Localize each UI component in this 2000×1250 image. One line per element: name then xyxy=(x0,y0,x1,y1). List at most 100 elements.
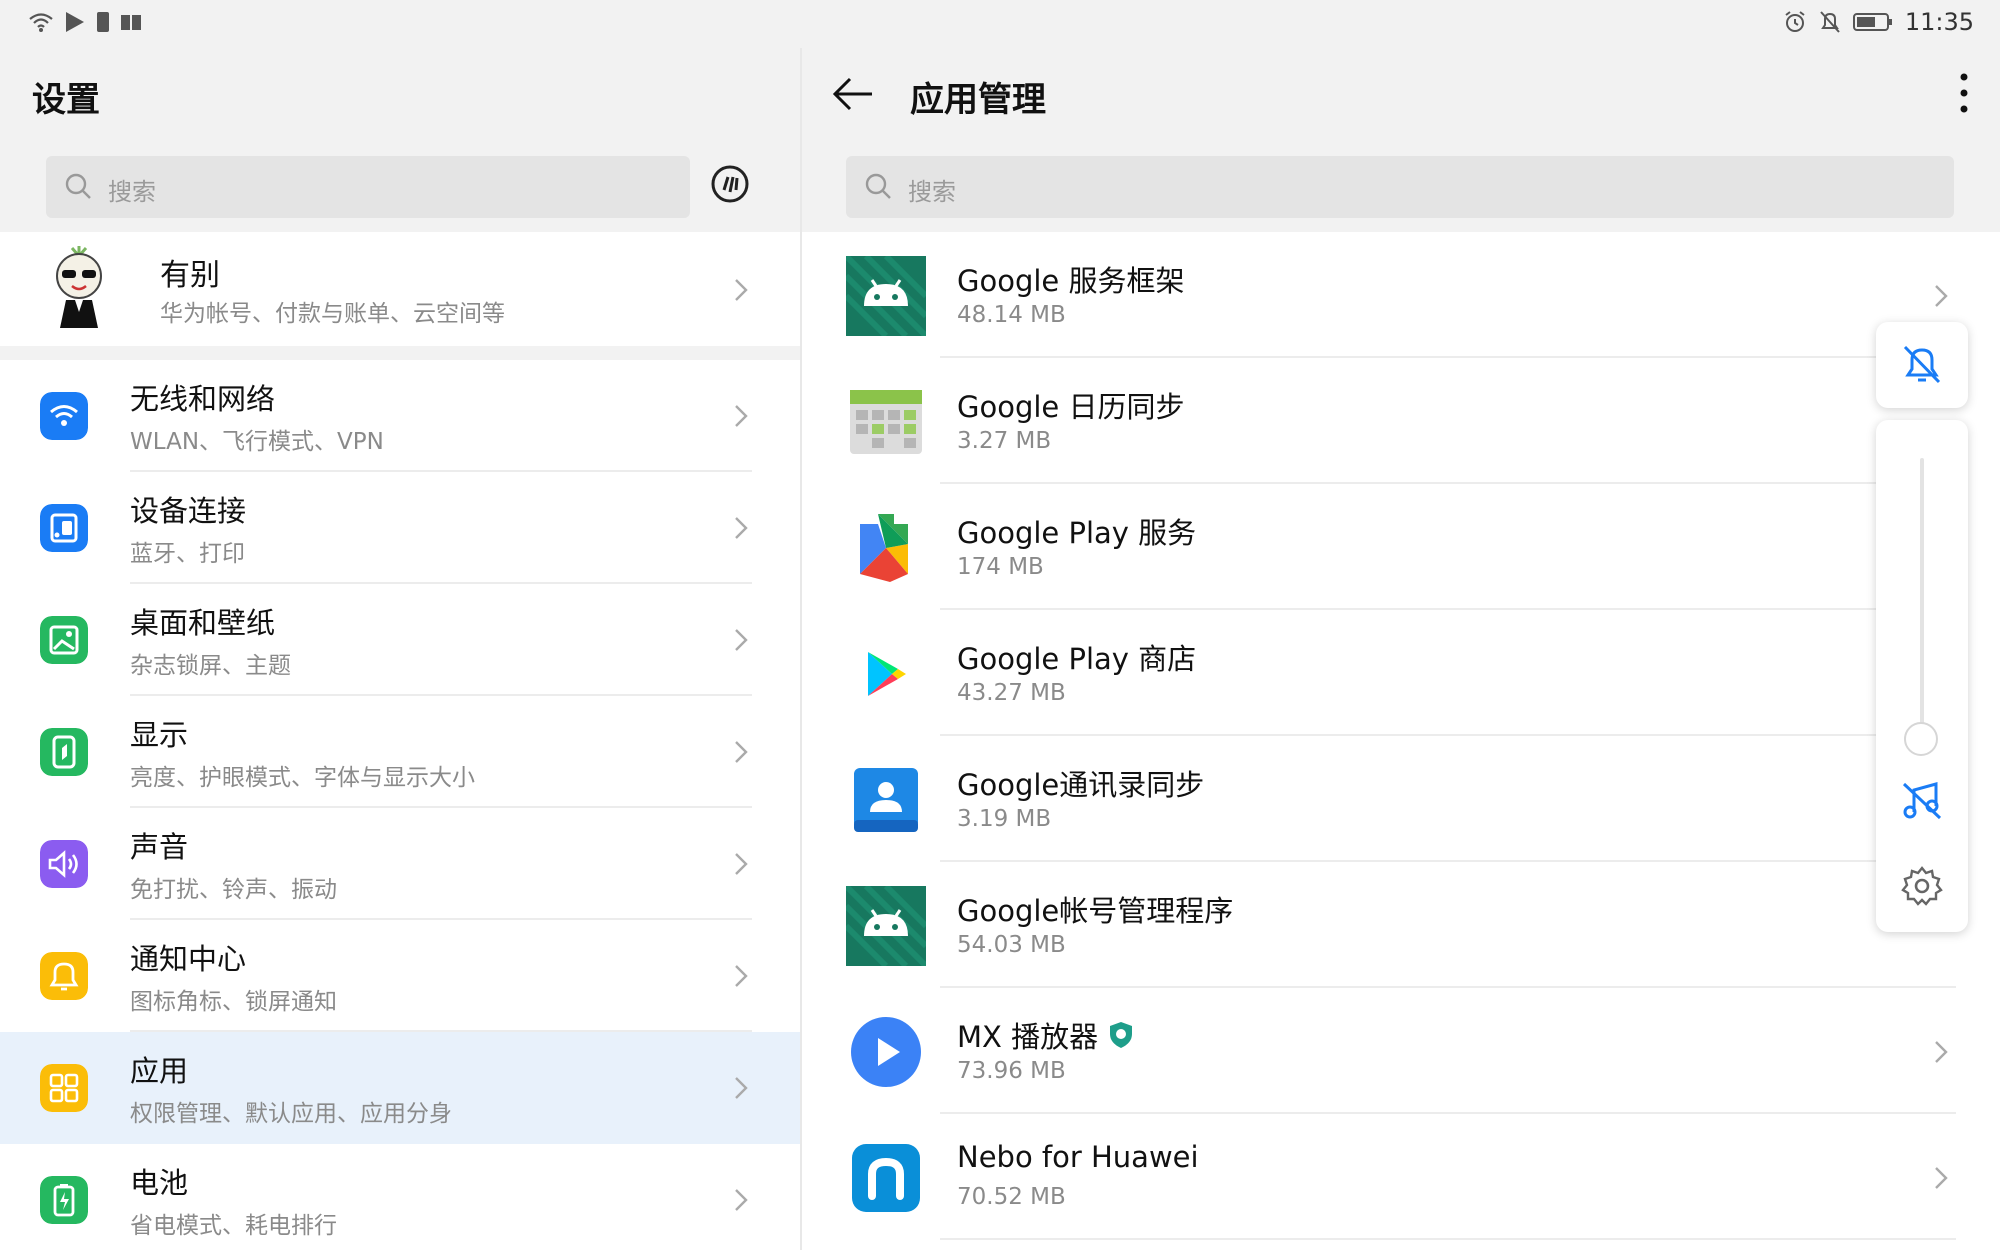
back-arrow-icon[interactable] xyxy=(832,74,874,114)
account-subtitle: 华为帐号、付款与账单、云空间等 xyxy=(160,301,505,327)
sidebar-item-battery[interactable]: 电池 省电模式、耗电排行 xyxy=(0,1144,800,1250)
app-list-item[interactable]: Google通讯录同步 3.19 MB xyxy=(802,736,2000,862)
app-list-item[interactable]: Google Play 商店 43.27 MB xyxy=(802,610,2000,736)
app-size: 174 MB xyxy=(957,554,1044,580)
app-list-item[interactable]: Nebo for Huawei 70.52 MB xyxy=(802,1114,2000,1240)
apps-icon xyxy=(40,1064,88,1112)
status-bar: 11:35 xyxy=(0,0,2000,48)
volume-slider-knob[interactable] xyxy=(1904,722,1938,756)
app-size: 3.27 MB xyxy=(957,428,1052,454)
app-size: 48.14 MB xyxy=(957,302,1066,328)
app-list-item[interactable]: Google 服务框架 48.14 MB xyxy=(802,232,2000,358)
wifi-icon xyxy=(40,392,88,440)
menu-title: 显示 xyxy=(130,718,189,752)
mute-bell-icon xyxy=(1820,11,1840,33)
page-title: 应用管理 xyxy=(910,80,1046,120)
search-placeholder: 搜索 xyxy=(108,178,156,206)
display-icon xyxy=(40,728,88,776)
shield-icon xyxy=(1110,1022,1133,1048)
menu-subtitle: 亮度、护眼模式、字体与显示大小 xyxy=(130,765,475,791)
notification-icon xyxy=(40,952,88,1000)
chevron-right-icon xyxy=(735,741,748,763)
menu-subtitle: 图标角标、锁屏通知 xyxy=(130,989,337,1015)
menu-title: 通知中心 xyxy=(130,942,247,976)
music-off-icon[interactable] xyxy=(1900,778,1944,822)
sidebar-item-display[interactable]: 显示 亮度、护眼模式、字体与显示大小 xyxy=(0,696,800,808)
app-name: MX 播放器 xyxy=(957,1014,1134,1056)
app-name: Google 服务框架 xyxy=(957,264,1185,298)
sidebar-item-wallpaper[interactable]: 桌面和壁纸 杂志锁屏、主题 xyxy=(0,584,800,696)
menu-title: 设备连接 xyxy=(130,494,247,528)
page-title: 设置 xyxy=(32,80,100,120)
avatar xyxy=(56,246,102,328)
app-search-input[interactable]: 搜索 xyxy=(846,156,1954,218)
chevron-right-icon xyxy=(735,629,748,651)
sidebar-item-wireless[interactable]: 无线和网络 WLAN、飞行模式、VPN xyxy=(0,360,800,472)
more-options-icon[interactable] xyxy=(1958,72,1970,114)
app-list-item[interactable]: MX 播放器 73.96 MB xyxy=(802,988,2000,1114)
section-gap xyxy=(0,346,800,360)
app-name: Google Play 服务 xyxy=(957,516,1197,550)
huawei-ai-icon[interactable] xyxy=(710,164,750,204)
app-name: Google帐号管理程序 xyxy=(957,894,1234,928)
app-size: 3.19 MB xyxy=(957,806,1052,832)
app-management-header: 应用管理 xyxy=(802,48,2000,140)
menu-title: 声音 xyxy=(130,830,189,864)
menu-subtitle: 省电模式、耗电排行 xyxy=(130,1213,337,1239)
book-icon xyxy=(121,15,141,30)
app-list-item[interactable]: Google 日历同步 3.27 MB xyxy=(802,358,2000,484)
menu-subtitle: WLAN、飞行模式、VPN xyxy=(130,429,384,455)
app-name: Google Play 商店 xyxy=(957,642,1197,676)
app-name: Nebo for Huawei xyxy=(957,1140,1199,1174)
menu-subtitle: 杂志锁屏、主题 xyxy=(130,653,291,679)
account-name: 有别 xyxy=(160,258,220,293)
menu-title: 桌面和壁纸 xyxy=(130,606,276,640)
app-list-item[interactable]: Google帐号管理程序 54.03 MB xyxy=(802,862,2000,988)
sound-icon xyxy=(40,840,88,888)
sidebar-item-apps[interactable]: 应用 权限管理、默认应用、应用分身 xyxy=(0,1032,800,1144)
chevron-right-icon xyxy=(1935,1167,1948,1189)
settings-pane: 设置 搜索 有别 华为帐号、付款与账单、云空间等 无线和网络 WLAN、飞行模式… xyxy=(0,48,800,1250)
device-connect-icon xyxy=(40,504,88,552)
app-name-text: MX 播放器 xyxy=(957,1020,1099,1054)
gear-icon[interactable] xyxy=(1900,864,1944,908)
menu-title: 应用 xyxy=(130,1054,189,1088)
settings-header: 设置 xyxy=(0,48,800,140)
sidebar-item-notifications[interactable]: 通知中心 图标角标、锁屏通知 xyxy=(0,920,800,1032)
menu-subtitle: 免打扰、铃声、振动 xyxy=(130,877,337,903)
battery-icon xyxy=(40,1176,88,1224)
battery-icon xyxy=(1852,13,1892,31)
menu-title: 无线和网络 xyxy=(130,382,276,416)
chevron-right-icon xyxy=(735,279,748,301)
menu-title: 电池 xyxy=(130,1166,189,1200)
sim-icon xyxy=(97,12,109,32)
app-size: 54.03 MB xyxy=(957,932,1066,958)
chevron-right-icon xyxy=(735,853,748,875)
chevron-right-icon xyxy=(735,1189,748,1211)
account-row[interactable]: 有别 华为帐号、付款与账单、云空间等 xyxy=(0,232,800,346)
app-name: Google通讯录同步 xyxy=(957,768,1205,802)
sidebar-item-sound[interactable]: 声音 免打扰、铃声、振动 xyxy=(0,808,800,920)
mx-player-icon xyxy=(851,1017,921,1087)
contacts-sync-icon xyxy=(854,768,918,832)
sidebar-item-device-connection[interactable]: 设备连接 蓝牙、打印 xyxy=(0,472,800,584)
volume-slider-track[interactable] xyxy=(1920,458,1924,738)
mute-bell-icon xyxy=(1903,345,1941,384)
settings-search-input[interactable]: 搜索 xyxy=(46,156,690,218)
play-store-icon xyxy=(868,652,906,696)
chevron-right-icon xyxy=(1935,285,1948,307)
chevron-right-icon xyxy=(735,965,748,987)
search-icon xyxy=(865,173,891,199)
chevron-right-icon xyxy=(735,1077,748,1099)
app-name: Google 日历同步 xyxy=(957,390,1185,424)
divider xyxy=(940,1238,1956,1240)
wallpaper-icon xyxy=(40,616,88,664)
app-size: 43.27 MB xyxy=(957,680,1066,706)
chevron-right-icon xyxy=(735,405,748,427)
menu-subtitle: 权限管理、默认应用、应用分身 xyxy=(130,1101,452,1127)
volume-ringer-toggle[interactable] xyxy=(1876,322,1968,408)
search-icon xyxy=(65,173,91,199)
play-store-icon xyxy=(66,12,84,32)
app-list-item[interactable]: Google Play 服务 174 MB xyxy=(802,484,2000,610)
app-management-pane: 应用管理 搜索 Google 服务框架 48.14 MB Google 日历同步… xyxy=(802,48,2000,1250)
